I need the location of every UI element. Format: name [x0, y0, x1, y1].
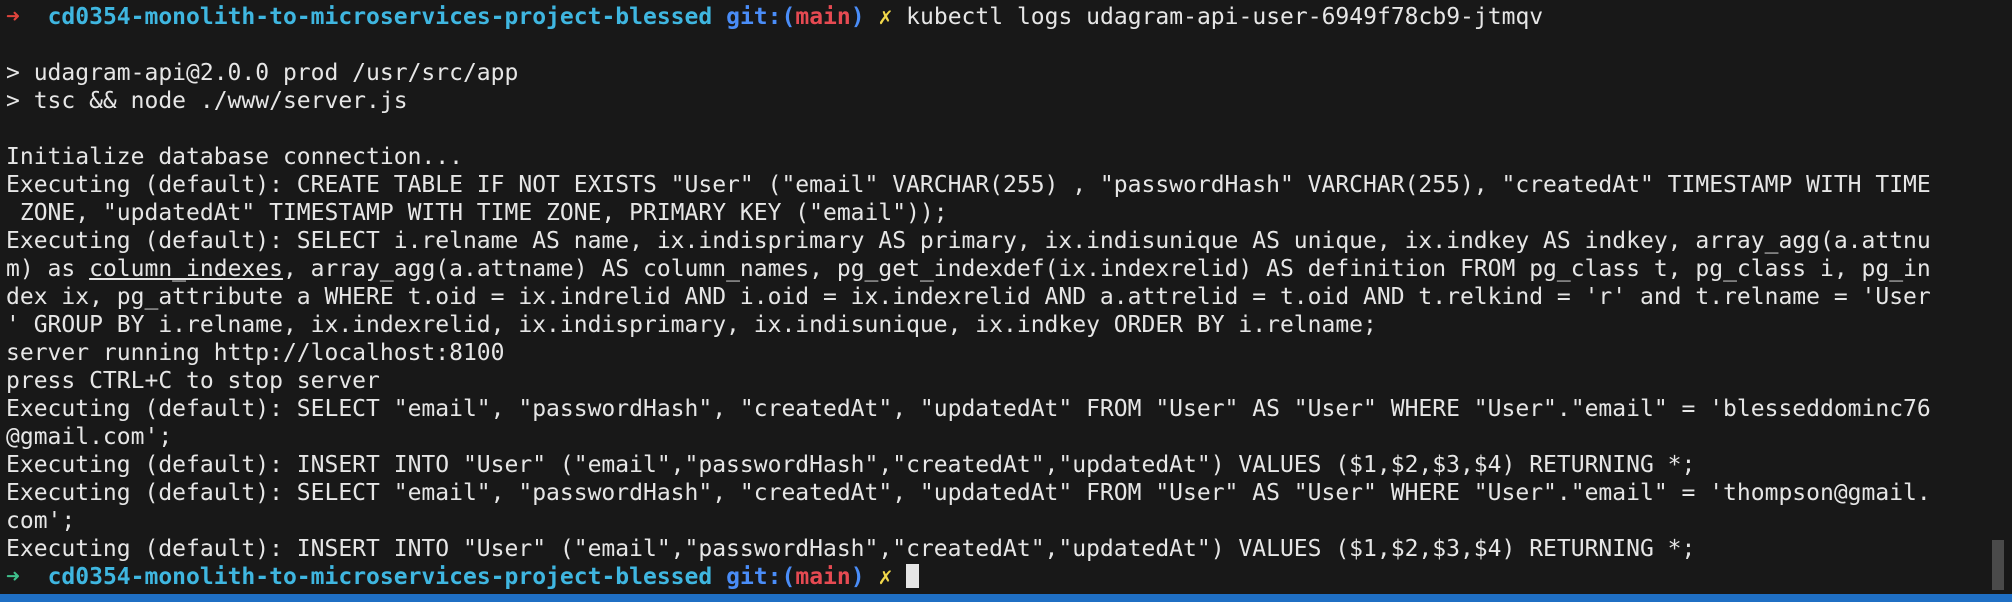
- prompt-directory: cd0354-monolith-to-microservices-project…: [47, 564, 713, 590]
- log-line: Executing (default): SELECT i.relname AS…: [6, 228, 1931, 254]
- command-text: kubectl logs udagram-api-user-6949f78cb9…: [906, 4, 1544, 30]
- log-line: ' GROUP BY i.relname, ix.indexrelid, ix.…: [6, 312, 1377, 338]
- log-line: Executing (default): INSERT INTO "User" …: [6, 536, 1696, 562]
- log-link-text[interactable]: column_indexes: [89, 256, 283, 282]
- log-line: Executing (default): SELECT "email", "pa…: [6, 396, 1931, 422]
- log-line: server running http://localhost:8100: [6, 340, 505, 366]
- prompt-line-current[interactable]: ➜ cd0354-monolith-to-microservices-proje…: [6, 563, 1966, 591]
- log-line: dex ix, pg_attribute a WHERE t.oid = ix.…: [6, 284, 1931, 310]
- scrollbar-thumb[interactable]: [1992, 540, 2004, 590]
- log-line: press CTRL+C to stop server: [6, 368, 380, 394]
- git-label: git:(: [726, 564, 796, 590]
- log-line: Executing (default): INSERT INTO "User" …: [6, 452, 1696, 478]
- log-line: > udagram-api@2.0.0 prod /usr/src/app: [6, 60, 519, 86]
- prompt-arrow-icon: ➜: [6, 4, 20, 30]
- status-bar: [0, 594, 2012, 602]
- log-line: Initialize database connection...: [6, 144, 463, 170]
- prompt-directory: cd0354-monolith-to-microservices-project…: [47, 4, 713, 30]
- terminal-output: ➜ cd0354-monolith-to-microservices-proje…: [6, 3, 1966, 591]
- git-label: git:(: [726, 4, 796, 30]
- log-line: com';: [6, 508, 76, 534]
- log-line: @gmail.com';: [6, 424, 173, 450]
- log-line: ZONE, "updatedAt" TIMESTAMP WITH TIME ZO…: [6, 200, 948, 226]
- git-branch: main: [795, 564, 851, 590]
- log-line: > tsc && node ./www/server.js: [6, 88, 408, 114]
- log-line: Executing (default): SELECT "email", "pa…: [6, 480, 1931, 506]
- log-text: , array_agg(a.attname) AS column_names, …: [282, 256, 1931, 282]
- git-close: ): [850, 564, 865, 590]
- terminal-window[interactable]: ➜ cd0354-monolith-to-microservices-proje…: [0, 0, 2012, 602]
- prompt-line-command: ➜ cd0354-monolith-to-microservices-proje…: [6, 3, 1966, 31]
- git-dirty-icon: ✗: [878, 564, 893, 590]
- text-cursor[interactable]: [906, 564, 920, 588]
- log-line: m) as column_indexes, array_agg(a.attnam…: [6, 255, 1966, 283]
- log-line: Executing (default): CREATE TABLE IF NOT…: [6, 172, 1931, 198]
- log-text: m) as: [6, 256, 90, 282]
- git-close: ): [850, 4, 865, 30]
- git-dirty-icon: ✗: [878, 4, 893, 30]
- git-branch: main: [795, 4, 851, 30]
- prompt-arrow-icon: ➜: [6, 564, 20, 590]
